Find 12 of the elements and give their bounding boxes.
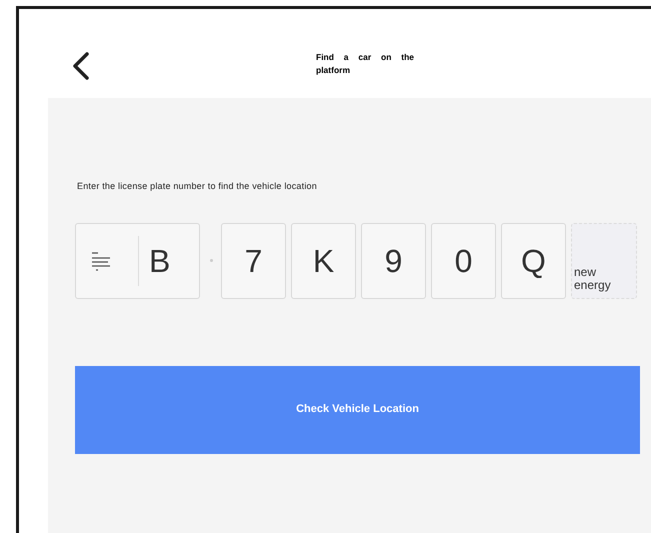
plate-character-box[interactable]: 0 [431,222,496,298]
plate-character-box[interactable]: Q [501,222,566,298]
plate-region-box[interactable]: B [75,222,200,298]
back-icon[interactable] [71,51,91,81]
new-energy-label: new energy [574,266,612,292]
instruction-text: Enter the license plate number to find the vehicle location [77,180,318,193]
new-energy-box[interactable]: new energy [571,222,637,298]
plate-character-box[interactable]: 9 [361,222,426,298]
plate-character: B [149,242,170,280]
plate-character-box[interactable]: K [291,222,356,298]
plate-character-box[interactable]: 7 [221,222,286,298]
page-title: Find a car on the platform [316,51,414,77]
